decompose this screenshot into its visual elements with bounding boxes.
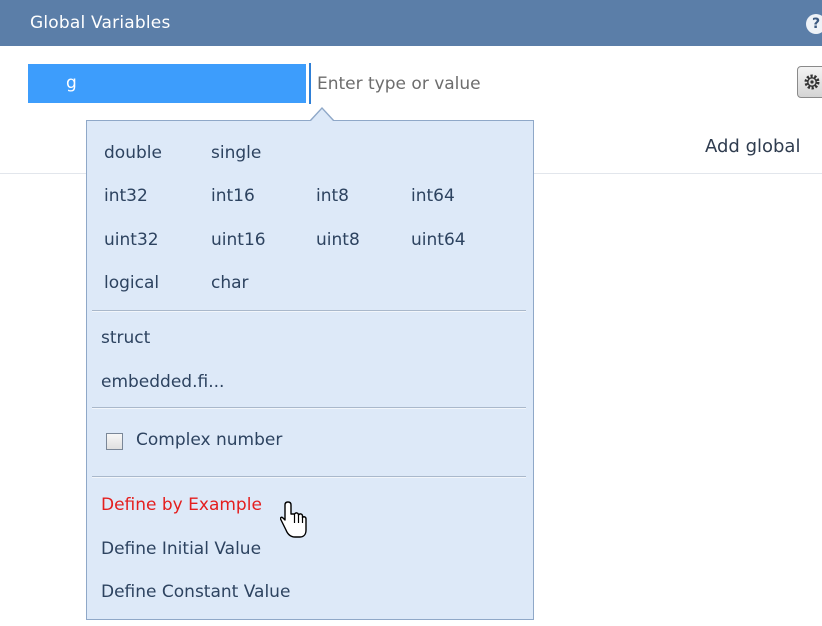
type-option-int32[interactable]: int32 — [104, 186, 148, 206]
menu-separator — [92, 310, 526, 312]
type-option-uint16[interactable]: uint16 — [211, 230, 266, 250]
type-option-uint32[interactable]: uint32 — [104, 230, 159, 250]
type-option-int64[interactable]: int64 — [411, 186, 455, 206]
complex-number-checkbox[interactable] — [106, 433, 123, 450]
popup-pointer-fill — [311, 109, 333, 121]
define-initial-value-option[interactable]: Define Initial Value — [101, 539, 261, 559]
type-option-uint64[interactable]: uint64 — [411, 230, 466, 250]
section-title: Global Variables — [30, 13, 171, 33]
type-option-uint8[interactable]: uint8 — [316, 230, 360, 250]
settings-button[interactable] — [797, 66, 822, 98]
type-option-logical[interactable]: logical — [104, 273, 159, 293]
help-icon[interactable]: ? — [806, 14, 822, 34]
gear-icon — [804, 74, 820, 90]
menu-separator — [92, 476, 526, 478]
type-option-int8[interactable]: int8 — [316, 186, 349, 206]
complex-number-label[interactable]: Complex number — [136, 430, 282, 450]
type-option-single[interactable]: single — [211, 143, 261, 163]
variable-name[interactable]: g — [66, 73, 77, 93]
section-header: Global Variables ? — [0, 0, 822, 46]
type-value-input[interactable] — [314, 64, 788, 103]
add-global-link[interactable]: Add global — [705, 136, 800, 157]
type-option-char[interactable]: char — [211, 273, 249, 293]
hand-cursor-icon — [280, 501, 307, 538]
type-option-struct[interactable]: struct — [101, 328, 150, 348]
menu-separator — [92, 407, 526, 409]
text-caret — [309, 63, 311, 104]
define-by-example-option[interactable]: Define by Example — [101, 495, 262, 515]
type-option-double[interactable]: double — [104, 143, 162, 163]
define-constant-value-option[interactable]: Define Constant Value — [101, 582, 290, 602]
type-option-int16[interactable]: int16 — [211, 186, 255, 206]
type-option-embedded-fi[interactable]: embedded.fi... — [101, 372, 224, 392]
